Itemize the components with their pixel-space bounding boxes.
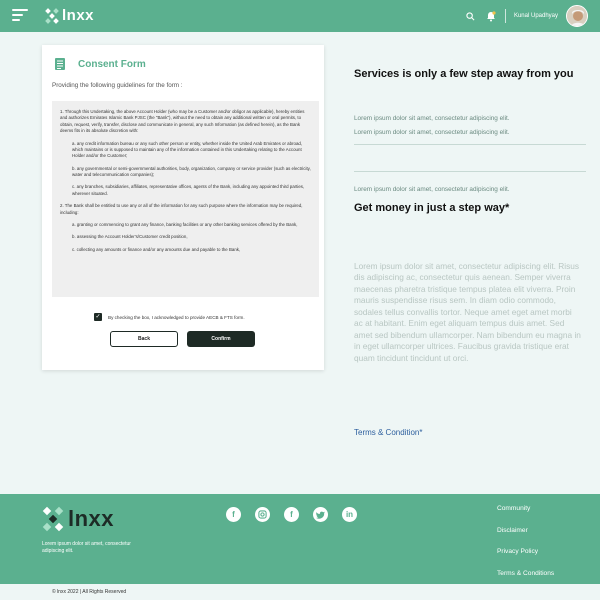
info-panel: Services is only a few step away from yo… — [354, 67, 586, 437]
terms-condition-link[interactable]: Terms & Condition* — [354, 428, 422, 437]
footer-brand-name: lnxx — [68, 506, 115, 531]
info-text-1: Lorem ipsum dolor sit amet, consectetur … — [354, 115, 510, 122]
terms-clause-2: 2. The Bank shall be entitled to use any… — [60, 203, 303, 215]
notification-icon[interactable] — [485, 10, 497, 22]
top-header: lnxx Kunal Upadhyay — [0, 0, 600, 32]
avatar[interactable] — [566, 5, 588, 27]
card-header: Consent Form — [54, 57, 146, 71]
copyright-bar: © lnxx 2022 | All Rights Reserved — [0, 584, 600, 600]
footer: lnxx Lorem ipsum dolor sit amet, consect… — [0, 494, 600, 584]
terms-clause-2b: b. assessing the Account Holder's/Custom… — [72, 234, 188, 240]
menu-icon[interactable] — [12, 9, 28, 23]
terms-clause-2c: c. collecting any amounts or finance and… — [72, 246, 241, 252]
page-title: Consent Form — [78, 58, 146, 70]
search-icon[interactable] — [465, 10, 477, 22]
services-heading: Services is only a few step away from yo… — [354, 68, 574, 80]
header-divider — [504, 9, 506, 23]
lnxx-logo-icon — [42, 506, 64, 532]
twitter-icon[interactable] — [313, 507, 328, 522]
user-name[interactable]: Kunal Upadhyay — [514, 13, 558, 19]
facebook-icon[interactable]: f — [284, 507, 299, 522]
lnxx-logo-icon — [45, 7, 59, 24]
footer-link-disclaimer[interactable]: Disclaimer — [497, 527, 554, 549]
copyright-text: © lnxx 2022 | All Rights Reserved — [52, 589, 127, 595]
footer-links: Community Disclaimer Privacy Policy Term… — [497, 505, 554, 591]
document-icon — [55, 58, 65, 70]
terms-clause-1c: c. any branches, subsidiaries, affiliate… — [72, 184, 305, 196]
check-icon: ✓ — [95, 314, 101, 320]
card-subtitle: Providing the following guidelines for t… — [52, 82, 183, 89]
terms-clause-1a: a. any credit information bureau or any … — [72, 140, 303, 159]
consent-checkbox[interactable]: ✓ — [94, 313, 102, 321]
money-heading: Get money in just a step way* — [354, 202, 510, 214]
info-text-3: Lorem ipsum dolor sit amet, consectetur … — [354, 186, 510, 193]
footer-link-community[interactable]: Community — [497, 505, 554, 527]
header-brand[interactable]: lnxx — [45, 7, 94, 24]
info-paragraph: Lorem ipsum dolor sit amet, consectetur … — [354, 261, 581, 363]
divider — [354, 171, 586, 172]
info-text-2: Lorem ipsum dolor sit amet, consectetur … — [354, 129, 510, 136]
social-links: f f in — [226, 507, 357, 522]
terms-box[interactable]: 1. Through this Undertaking, the above A… — [52, 101, 319, 297]
terms-clause-1b: b. any governmental or semi-governmental… — [72, 165, 311, 177]
facebook-icon[interactable]: f — [226, 507, 241, 522]
consent-checkbox-row: ✓ By checking the box, I acknowledged to… — [94, 313, 245, 321]
footer-brand[interactable]: lnxx — [42, 506, 114, 532]
linkedin-icon[interactable]: in — [342, 507, 357, 522]
header-actions: Kunal Upadhyay — [465, 4, 588, 28]
footer-link-privacy-policy[interactable]: Privacy Policy — [497, 548, 554, 570]
footer-tagline: Lorem ipsum dolor sit amet, consectetur … — [42, 541, 131, 554]
terms-clause-1: 1. Through this Undertaking, the above A… — [60, 109, 305, 134]
consent-checkbox-label[interactable]: By checking the box, I acknowledged to p… — [108, 315, 245, 320]
instagram-icon[interactable] — [255, 507, 270, 522]
divider — [354, 144, 586, 145]
back-button[interactable]: Back — [110, 331, 178, 347]
terms-clause-2a: a. granting or commencing to grant any f… — [72, 221, 298, 227]
confirm-button[interactable]: Confirm — [187, 331, 255, 347]
brand-name: lnxx — [62, 7, 95, 24]
consent-form-card: Consent Form Providing the following gui… — [42, 45, 324, 370]
